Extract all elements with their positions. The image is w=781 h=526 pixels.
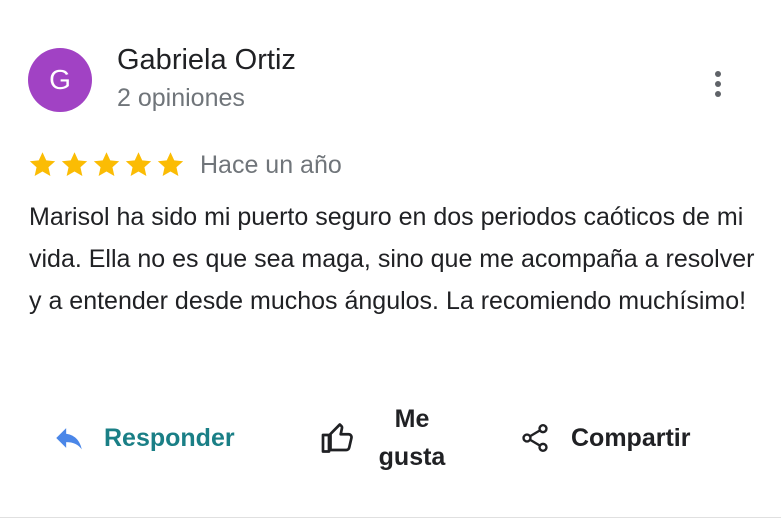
review-text: Marisol ha sido mi puerto seguro en dos … <box>29 203 755 315</box>
more-vert-icon <box>715 71 721 97</box>
share-label: Compartir <box>571 423 691 452</box>
reply-button[interactable]: Responder <box>52 418 235 458</box>
star-icon <box>29 152 56 176</box>
star-icon <box>157 152 184 176</box>
share-icon <box>522 424 548 452</box>
star-icon <box>93 152 120 176</box>
divider <box>0 517 781 518</box>
star-icon <box>125 152 152 176</box>
more-options-button[interactable] <box>700 64 736 104</box>
avatar-initial: G <box>49 64 71 95</box>
share-button[interactable]: Compartir <box>519 418 690 458</box>
review-date: Hace un año <box>200 151 342 179</box>
thumb-up-icon <box>321 423 353 453</box>
like-label: Me gusta <box>378 405 446 471</box>
review-card: G Gabriela Ortiz 2 opiniones Hace un año… <box>0 0 781 526</box>
author-review-count: 2 opiniones <box>117 84 245 112</box>
author-name[interactable]: Gabriela Ortiz <box>117 44 296 77</box>
like-button[interactable]: Me gusta <box>320 398 452 478</box>
reply-icon <box>56 428 82 450</box>
avatar[interactable]: G <box>28 48 92 112</box>
reply-label: Responder <box>104 423 235 452</box>
star-icon <box>61 152 88 176</box>
star-rating <box>27 149 186 180</box>
